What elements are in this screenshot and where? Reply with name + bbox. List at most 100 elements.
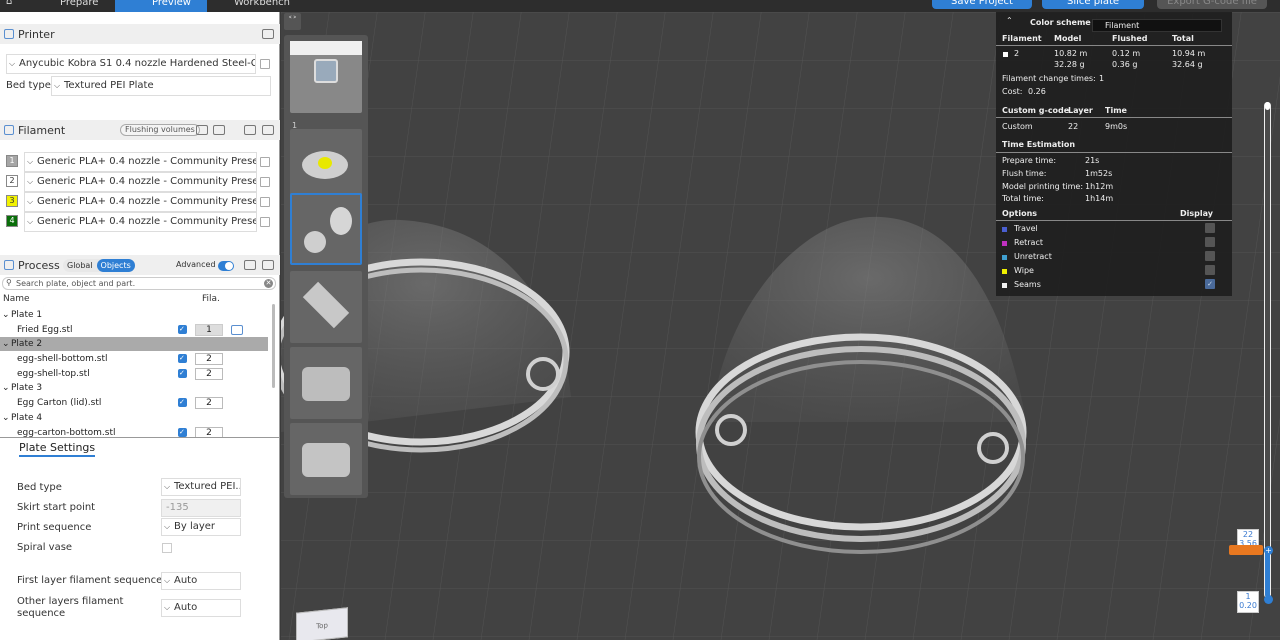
filament-color-chip[interactable]: 2 bbox=[6, 175, 18, 187]
spiral-vase-label: Spiral vase bbox=[17, 542, 73, 553]
filament-preset-select[interactable]: Generic PLA+ 0.4 nozzle - Community Pres… bbox=[24, 152, 257, 172]
other-layers-sequence-select[interactable]: Auto bbox=[161, 599, 241, 617]
divider bbox=[996, 117, 1232, 118]
collapse-stats-icon[interactable]: ⌃ bbox=[1006, 16, 1013, 25]
bed-type-select[interactable]: Textured PEI... bbox=[161, 478, 241, 496]
object-filament-field[interactable]: 2 bbox=[195, 397, 223, 409]
tree-object-row[interactable]: egg-shell-bottom.stl 2 bbox=[0, 351, 268, 366]
layer-slider-track[interactable] bbox=[1264, 102, 1271, 598]
process-objects-tab[interactable]: Objects bbox=[96, 259, 135, 272]
object-visible-checkbox[interactable] bbox=[178, 351, 187, 365]
filament-add-icon[interactable] bbox=[213, 125, 225, 135]
filament-settings-icon[interactable] bbox=[262, 125, 274, 135]
object-filament-field[interactable]: 2 bbox=[195, 368, 223, 380]
add-gcode-icon[interactable]: + bbox=[1264, 546, 1273, 555]
filament-edit-icon[interactable] bbox=[260, 157, 270, 167]
tree-plate-row[interactable]: ⌄ Plate 1 bbox=[0, 308, 268, 322]
plate-thumbnail-2[interactable] bbox=[290, 193, 362, 265]
object-search-input[interactable]: Search plate, object and part. ✕ bbox=[2, 277, 276, 290]
model-weight: 32.28 g bbox=[1054, 60, 1085, 69]
filament-color-chip[interactable]: 3 bbox=[6, 195, 18, 207]
tree-object-row[interactable]: Egg Carton (lid).stl 2 bbox=[0, 395, 268, 410]
object-list-divider bbox=[0, 437, 280, 438]
filament-preset-select[interactable]: Generic PLA+ 0.4 nozzle - Community Pres… bbox=[24, 172, 257, 192]
tree-plate-row[interactable]: ⌄ Plate 4 bbox=[0, 411, 268, 425]
save-project-button[interactable]: Save Project bbox=[932, 0, 1032, 9]
col-fila: Fila. bbox=[202, 294, 220, 304]
slider-lower-handle[interactable] bbox=[1264, 595, 1273, 604]
skirt-start-field[interactable]: -135 bbox=[161, 499, 241, 517]
process-settings-icon[interactable] bbox=[262, 260, 274, 270]
flushing-volumes-button[interactable]: Flushing volumes bbox=[120, 124, 200, 136]
option-display-checkbox[interactable] bbox=[1205, 251, 1215, 261]
tree-plate-row[interactable]: ⌄ Plate 2 bbox=[0, 337, 268, 351]
plate-thumbnail-all[interactable] bbox=[290, 41, 362, 113]
flushed-length: 0.12 m bbox=[1112, 49, 1141, 58]
home-icon[interactable]: ⌂ bbox=[6, 0, 12, 7]
plate-thumbnail-1[interactable] bbox=[290, 129, 362, 201]
process-compare-icon[interactable] bbox=[244, 260, 256, 270]
advanced-toggle[interactable] bbox=[218, 261, 234, 271]
filament-color-chip[interactable]: 1 bbox=[6, 155, 18, 167]
total-time-value: 1h14m bbox=[1085, 194, 1114, 203]
tab-preview[interactable]: Preview bbox=[115, 0, 207, 12]
option-display-checkbox-checked[interactable]: ✓ bbox=[1205, 279, 1215, 289]
printer-select[interactable]: Anycubic Kobra S1 0.4 nozzle Hardened St… bbox=[6, 54, 256, 74]
filament-edit-icon[interactable] bbox=[260, 217, 270, 227]
color-scheme-label: Color scheme bbox=[1030, 18, 1091, 27]
filament-edit-icon[interactable] bbox=[260, 177, 270, 187]
option-display-checkbox[interactable] bbox=[1205, 223, 1215, 233]
process-global-tab[interactable]: Global bbox=[63, 259, 97, 272]
custom-gcode-marker[interactable] bbox=[1229, 545, 1263, 555]
process-scope-toggle: Global Objects bbox=[63, 259, 135, 272]
tree-object-row[interactable]: Fried Egg.stl 1 bbox=[0, 322, 268, 337]
spiral-vase-checkbox[interactable] bbox=[162, 543, 172, 553]
export-gcode-button[interactable]: Export G-code file bbox=[1157, 0, 1267, 9]
color-scheme-select[interactable]: Filament bbox=[1092, 19, 1222, 32]
plate-stack-icon bbox=[314, 59, 338, 83]
col-total: Total bbox=[1172, 34, 1194, 43]
object-list-scrollbar[interactable] bbox=[272, 304, 275, 388]
tab-workbench[interactable]: Workbench bbox=[214, 0, 294, 12]
tree-plate-row[interactable]: ⌄ Plate 3 bbox=[0, 381, 268, 395]
top-bar: ⌂ Prepare Preview Workbench Save Project… bbox=[0, 0, 1280, 12]
view-cube[interactable]: Top bbox=[296, 607, 348, 640]
plate-thumbnail-3[interactable] bbox=[290, 271, 362, 343]
other-layers-sequence-label: Other layers filament bbox=[17, 596, 124, 607]
col-filament: Filament bbox=[1002, 34, 1042, 43]
slice-plate-button[interactable]: Slice plate bbox=[1042, 0, 1144, 9]
clear-search-icon[interactable]: ✕ bbox=[264, 279, 273, 288]
object-visible-checkbox[interactable] bbox=[178, 426, 187, 438]
plate-number-label: 1 bbox=[292, 121, 298, 130]
option-display-checkbox[interactable] bbox=[1205, 265, 1215, 275]
tree-object-row[interactable]: egg-shell-top.stl 2 bbox=[0, 366, 268, 381]
option-display-checkbox[interactable] bbox=[1205, 237, 1215, 247]
object-filament-field[interactable]: 2 bbox=[195, 353, 223, 365]
tab-prepare[interactable]: Prepare bbox=[40, 0, 110, 12]
printer-edit-icon[interactable] bbox=[260, 59, 270, 69]
object-visible-checkbox[interactable] bbox=[178, 366, 187, 380]
print-sequence-select[interactable]: By layer bbox=[161, 518, 241, 536]
printer-bed-label: Bed type bbox=[6, 80, 51, 91]
collapse-sidebar-button[interactable]: ˂˃ bbox=[284, 13, 301, 30]
object-settings-icon[interactable] bbox=[231, 325, 243, 335]
printer-icon bbox=[4, 29, 14, 39]
process-section-header: Process bbox=[0, 255, 280, 275]
filament-edit-icon[interactable] bbox=[260, 197, 270, 207]
filament-sync-icon[interactable] bbox=[244, 125, 256, 135]
object-filament-field[interactable]: 1 bbox=[195, 324, 223, 336]
object-visible-checkbox[interactable] bbox=[178, 395, 187, 409]
filament-color-chip[interactable]: 4 bbox=[6, 215, 18, 227]
slider-scroll-thumb[interactable] bbox=[1265, 102, 1270, 110]
filament-preset-select[interactable]: Generic PLA+ 0.4 nozzle - Community Pres… bbox=[24, 212, 257, 232]
filament-remove-icon[interactable] bbox=[196, 125, 208, 135]
printer-settings-icon[interactable] bbox=[262, 29, 274, 39]
plate-thumbnail-5[interactable] bbox=[290, 423, 362, 495]
object-visible-checkbox[interactable] bbox=[178, 322, 187, 336]
filament-preset-select[interactable]: Generic PLA+ 0.4 nozzle - Community Pres… bbox=[24, 192, 257, 212]
plate-label: Plate 1 bbox=[11, 310, 43, 320]
plate-thumbnail-4[interactable] bbox=[290, 347, 362, 419]
printer-bed-select[interactable]: Textured PEI Plate bbox=[51, 76, 271, 96]
plate-settings-tab[interactable]: Plate Settings bbox=[19, 441, 96, 457]
first-layer-sequence-select[interactable]: Auto bbox=[161, 572, 241, 590]
